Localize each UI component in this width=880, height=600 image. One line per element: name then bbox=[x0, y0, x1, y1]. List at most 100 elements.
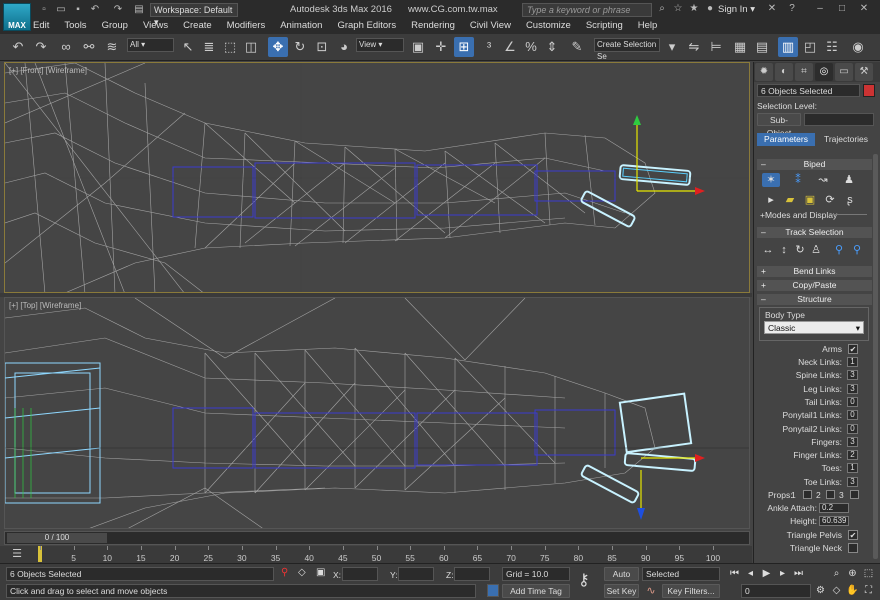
triangle-pelvis-checkbox[interactable]: ✔ bbox=[848, 530, 858, 540]
go-to-end-icon[interactable]: ⏭ bbox=[792, 567, 805, 580]
lock-com-keying-icon[interactable]: ♙ bbox=[807, 243, 825, 257]
key-icon[interactable]: ⚷ bbox=[578, 570, 590, 590]
menu-rendering[interactable]: Rendering bbox=[411, 18, 455, 33]
sub-object-button[interactable]: Sub-Object bbox=[757, 113, 801, 138]
favorites-icon[interactable]: ★ bbox=[688, 3, 700, 15]
biped-rollout-header[interactable]: – Biped bbox=[757, 159, 872, 170]
select-and-scale-icon[interactable]: ⊡ bbox=[312, 37, 332, 57]
modes-and-display-expander[interactable]: +Modes and Display bbox=[760, 210, 837, 220]
auto-key-button[interactable]: Auto Key bbox=[604, 567, 639, 592]
communication-icon[interactable]: ☆ bbox=[672, 3, 684, 15]
key-filters-button[interactable]: Key Filters... bbox=[662, 584, 720, 598]
schematic-view-icon[interactable]: ☷ bbox=[822, 37, 842, 57]
props-3-checkbox[interactable] bbox=[850, 490, 859, 499]
triangle-neck-checkbox[interactable] bbox=[848, 543, 858, 553]
transform-mode-icon[interactable]: ▣ bbox=[316, 567, 325, 578]
save-file-icon[interactable]: ▪ bbox=[72, 4, 84, 16]
curve-editor-icon[interactable]: ◰ bbox=[800, 37, 820, 57]
bend-links-rollout-header[interactable]: + Bend Links bbox=[757, 266, 872, 277]
sub-object-dropdown[interactable] bbox=[804, 113, 874, 126]
front-viewport-label[interactable]: [+] [Front] [Wireframe] bbox=[9, 66, 87, 75]
previous-frame-icon[interactable]: ◂ bbox=[744, 567, 757, 580]
top-viewport[interactable]: [+] [Top] [Wireframe] bbox=[4, 297, 750, 529]
figure-mode-icon[interactable]: ✶ bbox=[762, 173, 780, 187]
arms-checkbox[interactable]: ✔ bbox=[848, 344, 858, 354]
menu-create[interactable]: Create bbox=[183, 18, 212, 33]
set-key-button[interactable]: Set Key bbox=[604, 584, 639, 598]
menu-graph-editors[interactable]: Graph Editors bbox=[337, 18, 396, 33]
material-editor-icon[interactable]: ◉ bbox=[848, 37, 868, 57]
bind-to-space-warp-icon[interactable]: ≋ bbox=[102, 37, 122, 57]
reference-coordinate-dropdown[interactable]: View ▾ bbox=[356, 38, 404, 52]
menu-edit[interactable]: Edit bbox=[33, 18, 49, 33]
front-viewport[interactable]: [+] [Front] [Wireframe] bbox=[4, 62, 750, 293]
rectangular-selection-icon[interactable]: ⬚ bbox=[220, 37, 240, 57]
named-selection-set-dropdown[interactable]: Create Selection Se bbox=[594, 38, 660, 61]
redo-icon[interactable]: ↷ bbox=[112, 4, 124, 16]
move-all-mode-icon[interactable]: ʂ bbox=[841, 193, 859, 207]
window-crossing-icon[interactable]: ◫ bbox=[241, 37, 261, 57]
app-logo-button[interactable]: MAX bbox=[3, 3, 31, 31]
menu-views[interactable]: Views bbox=[143, 18, 168, 33]
y-coordinate-input[interactable] bbox=[398, 567, 434, 581]
select-and-link-icon[interactable]: ∞ bbox=[56, 37, 76, 57]
biped-playback-icon[interactable]: ▸ bbox=[762, 193, 780, 207]
percent-snap-icon[interactable]: % bbox=[521, 37, 541, 57]
menu-animation[interactable]: Animation bbox=[280, 18, 322, 33]
angle-snap-icon[interactable]: ∠ bbox=[500, 37, 520, 57]
select-and-manipulate-icon[interactable]: ✛ bbox=[431, 37, 451, 57]
select-object-icon[interactable]: ↖ bbox=[178, 37, 198, 57]
structure-rollout-header[interactable]: – Structure bbox=[757, 294, 872, 305]
select-and-rotate-icon[interactable]: ↻ bbox=[290, 37, 310, 57]
motion-tab-icon[interactable]: ◎ bbox=[815, 63, 833, 81]
link-value-spinner[interactable]: 1 bbox=[847, 463, 858, 474]
select-and-move-icon[interactable]: ✥ bbox=[268, 37, 288, 57]
time-slider[interactable]: 0 / 100 bbox=[4, 531, 750, 545]
undo-icon[interactable]: ↶ bbox=[8, 37, 28, 57]
play-icon[interactable]: ▶ bbox=[760, 567, 773, 580]
unlink-selection-icon[interactable]: ⚯ bbox=[79, 37, 99, 57]
footstep-mode-icon[interactable]: ⁑ bbox=[789, 173, 807, 187]
maximize-icon[interactable]: □ bbox=[836, 3, 848, 15]
zoom-extents-icon[interactable]: ⬚ bbox=[862, 567, 875, 580]
load-file-icon[interactable]: ▰ bbox=[781, 193, 799, 207]
new-scene-icon[interactable]: ▫ bbox=[38, 4, 50, 16]
link-value-spinner[interactable]: 1 bbox=[847, 357, 858, 367]
top-viewport-label[interactable]: [+] [Top] [Wireframe] bbox=[9, 301, 81, 310]
track-selection-rollout-header[interactable]: – Track Selection bbox=[757, 227, 872, 238]
modify-tab-icon[interactable]: ◐ bbox=[775, 63, 793, 81]
create-tab-icon[interactable]: ✹ bbox=[755, 63, 773, 81]
open-file-icon[interactable]: ▭ bbox=[55, 4, 67, 16]
copy-paste-rollout-header[interactable]: + Copy/Paste bbox=[757, 280, 872, 291]
track-bar[interactable]: ☰ 5 10 15 20 25 30 35 40 45 50 55 60 65 70 75 80 85 90 95 1… bbox=[0, 546, 752, 563]
align-icon[interactable]: ⊨ bbox=[706, 37, 726, 57]
keyboard-shortcut-override-icon[interactable]: ⊞ bbox=[454, 37, 474, 57]
workspace-dropdown[interactable]: Workspace: Default ▾ bbox=[150, 3, 238, 27]
trajectories-tab[interactable]: Trajectories bbox=[818, 133, 874, 146]
pan-view-icon[interactable]: ✋ bbox=[846, 584, 859, 597]
snaps-toggle-icon[interactable]: ³ bbox=[479, 37, 499, 57]
height-input[interactable]: 60.639 bbox=[819, 516, 849, 526]
link-value-spinner[interactable]: 3 bbox=[847, 383, 858, 394]
link-value-spinner[interactable]: 3 bbox=[847, 436, 858, 447]
convert-icon[interactable]: ⟳ bbox=[821, 193, 839, 207]
save-file-icon[interactable]: ▣ bbox=[801, 193, 819, 207]
utilities-tab-icon[interactable]: ⚒ bbox=[855, 63, 873, 81]
selection-name-field[interactable]: 6 Objects Selected bbox=[757, 84, 860, 97]
link-value-spinner[interactable]: 3 bbox=[847, 370, 858, 381]
sign-in-button[interactable]: Sign In ▾ bbox=[718, 4, 755, 15]
menu-tools[interactable]: Tools bbox=[64, 18, 86, 33]
mixer-mode-icon[interactable]: ♟ bbox=[840, 173, 858, 187]
link-value-spinner[interactable]: 0 bbox=[847, 410, 858, 421]
current-frame-input[interactable]: 0 bbox=[741, 584, 811, 598]
menu-modifiers[interactable]: Modifiers bbox=[227, 18, 266, 33]
symmetrical-icon[interactable]: ⚲ bbox=[830, 243, 848, 257]
time-tag-icon[interactable] bbox=[487, 584, 499, 597]
link-value-spinner[interactable]: 3 bbox=[847, 476, 858, 487]
command-panel-scrollbar[interactable] bbox=[873, 154, 878, 559]
go-to-start-icon[interactable]: ⏮ bbox=[728, 567, 741, 580]
help-icon[interactable]: ? bbox=[786, 3, 798, 15]
selection-color-swatch[interactable] bbox=[863, 84, 875, 97]
edit-named-selection-icon[interactable]: ✎ bbox=[567, 37, 587, 57]
user-icon[interactable]: ● bbox=[704, 3, 716, 15]
